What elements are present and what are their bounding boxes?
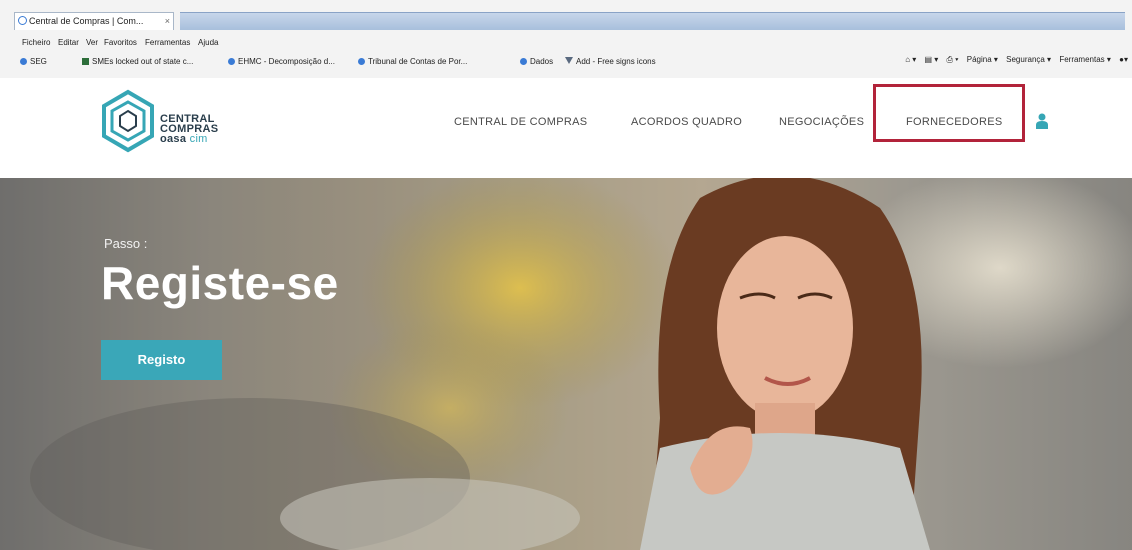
favorite-item[interactable]: Dados [520, 57, 553, 66]
hexagon-logo-icon [102, 89, 154, 153]
menu-bar: Ficheiro Editar Ver Favoritos Ferramenta… [0, 36, 1132, 50]
print-icon[interactable]: ⎙ ▾ [947, 55, 959, 64]
fornecedores-highlight-box [873, 84, 1025, 142]
favorite-item[interactable]: SMEs locked out of state c... [82, 57, 193, 66]
registo-button[interactable]: Registo [101, 340, 222, 380]
tab-title: Central de Compras | Com... [29, 16, 144, 26]
menu-ferramentas[interactable]: Ferramentas [145, 38, 190, 47]
page-menu[interactable]: Página ▾ [967, 55, 998, 64]
title-bar [180, 12, 1125, 30]
favorite-item[interactable]: SEG [20, 57, 47, 66]
logo-text: CENTRAL COMPRAS oasa cim [160, 113, 219, 145]
nav-negociacoes[interactable]: NEGOCIAÇÕES [779, 116, 864, 128]
site-logo[interactable]: CENTRAL COMPRAS oasa cim [100, 88, 260, 154]
favorite-icon [82, 58, 89, 65]
site-header: CENTRAL COMPRAS oasa cim CENTRAL DE COMP… [0, 78, 1132, 178]
command-bar: ⌂ ▾ ▤ ▾ ⎙ ▾ Página ▾ Segurança ▾ Ferrame… [899, 55, 1128, 65]
tab-bar: Central de Compras | Com... × [0, 8, 1132, 32]
favorite-icon [520, 58, 527, 65]
close-icon[interactable]: × [165, 13, 170, 29]
home-icon[interactable]: ⌂ ▾ [905, 55, 916, 64]
favorite-icon [228, 58, 235, 65]
hero-title: Registe-se [101, 257, 339, 309]
favorite-item[interactable]: Tribunal de Contas de Por... [358, 57, 467, 66]
favorite-icon [358, 58, 365, 65]
browser-tab[interactable]: Central de Compras | Com... × [14, 12, 174, 30]
user-icon[interactable] [1035, 113, 1049, 129]
favorite-item[interactable]: EHMC - Decomposição d... [228, 57, 335, 66]
security-menu[interactable]: Segurança ▾ [1006, 55, 1051, 64]
hero-banner: Passo : Registe-se Registo [0, 178, 1132, 550]
menu-ficheiro[interactable]: Ficheiro [22, 38, 50, 47]
nav-acordos-quadro[interactable]: ACORDOS QUADRO [631, 116, 742, 128]
browser-chrome: Central de Compras | Com... × Ficheiro E… [0, 0, 1132, 78]
menu-favoritos[interactable]: Favoritos [104, 38, 137, 47]
menu-ajuda[interactable]: Ajuda [198, 38, 218, 47]
browser-logo-icon [18, 16, 27, 25]
favorite-icon [20, 58, 27, 65]
tools-menu[interactable]: Ferramentas ▾ [1059, 55, 1111, 64]
menu-editar[interactable]: Editar [58, 38, 79, 47]
help-icon[interactable]: ●▾ [1119, 55, 1128, 64]
hero-step-label: Passo : [104, 236, 148, 251]
menu-ver[interactable]: Ver [86, 38, 98, 47]
nav-central-de-compras[interactable]: CENTRAL DE COMPRAS [454, 116, 587, 128]
favorite-item[interactable]: Add - Free signs icons [565, 57, 656, 66]
favorites-bar: SEG SMEs locked out of state c... EHMC -… [0, 52, 1132, 72]
favorite-icon [565, 57, 573, 64]
feeds-icon[interactable]: ▤ ▾ [925, 55, 939, 64]
